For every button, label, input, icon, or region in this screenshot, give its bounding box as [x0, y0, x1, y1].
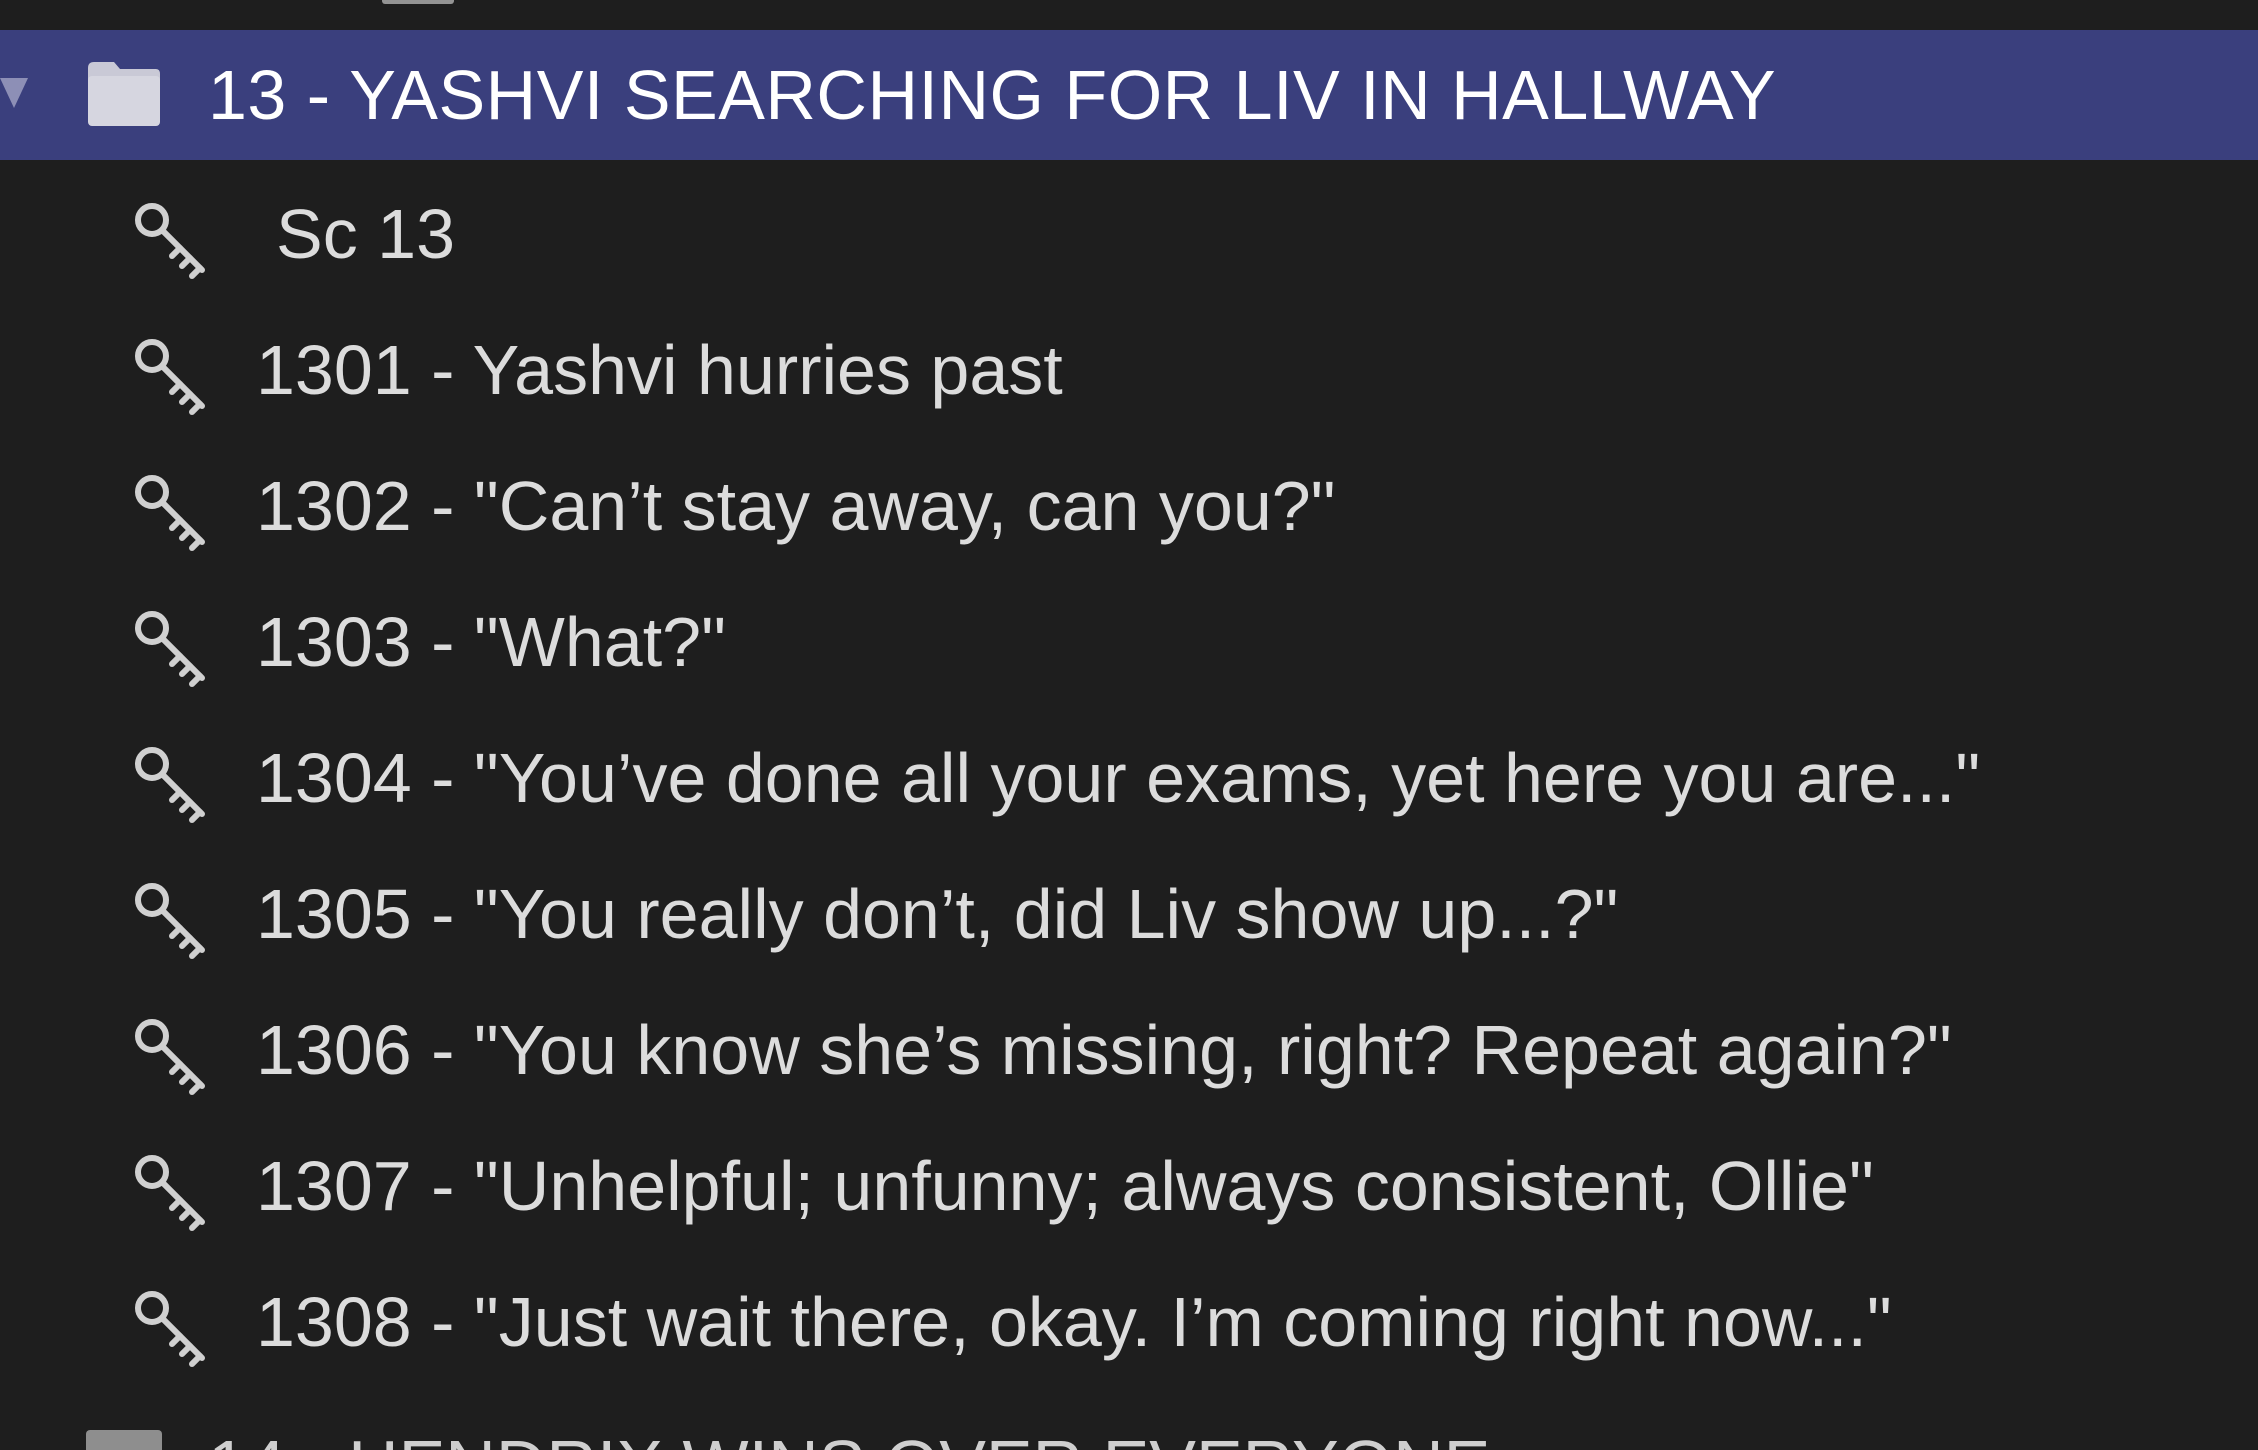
- key-icon: [135, 203, 205, 279]
- list-item[interactable]: Sc 13: [0, 166, 2258, 302]
- item-label: 1307 - "Unhelpful; unfunny; always consi…: [256, 1147, 1874, 1225]
- folder-icon: [86, 1430, 162, 1450]
- list-item[interactable]: 1301 - Yashvi hurries past: [0, 302, 2258, 438]
- folder-row-selected[interactable]: 13 - YASHVI SEARCHING FOR LIV IN HALLWAY: [0, 30, 2258, 160]
- key-icon: [135, 883, 205, 959]
- item-label: 1301 - Yashvi hurries past: [256, 331, 1063, 409]
- item-label: 1306 - "You know she’s missing, right? R…: [256, 1011, 1952, 1089]
- key-icon: [135, 747, 205, 823]
- key-icon: [135, 339, 205, 415]
- key-icon: [135, 1155, 205, 1231]
- folder-icon: [382, 0, 454, 4]
- list-item[interactable]: 1302 - "Can’t stay away, can you?": [0, 438, 2258, 574]
- item-label: 1304 - "You’ve done all your exams, yet …: [256, 739, 1981, 817]
- disclosure-triangle-icon[interactable]: [0, 78, 28, 108]
- list-item[interactable]: 1303 - "What?": [0, 574, 2258, 710]
- key-icon: [135, 1291, 205, 1367]
- item-label: 1305 - "You really don’t, did Liv show u…: [256, 875, 1619, 953]
- list-item[interactable]: 1308 - "Just wait there, okay. I’m comin…: [0, 1254, 2258, 1390]
- next-folder-title: 14 - HENDRIX WINS OVER EVERYONE: [208, 1430, 1490, 1450]
- item-label: Sc 13: [276, 195, 455, 273]
- folder-title: 13 - YASHVI SEARCHING FOR LIV IN HALLWAY: [208, 56, 1777, 134]
- list-item[interactable]: 1306 - "You know she’s missing, right? R…: [0, 982, 2258, 1118]
- folder-icon: [88, 62, 160, 126]
- list-item[interactable]: 1305 - "You really don’t, did Liv show u…: [0, 846, 2258, 982]
- key-icon: [135, 1019, 205, 1095]
- list-item[interactable]: 1304 - "You’ve done all your exams, yet …: [0, 710, 2258, 846]
- key-icon: [135, 611, 205, 687]
- next-folder-row[interactable]: 14 - HENDRIX WINS OVER EVERYONE: [0, 1422, 2258, 1450]
- item-label: 1303 - "What?": [256, 603, 726, 681]
- item-label: 1302 - "Can’t stay away, can you?": [256, 467, 1336, 545]
- item-label: 1308 - "Just wait there, okay. I’m comin…: [256, 1283, 1892, 1361]
- list-item[interactable]: 1307 - "Unhelpful; unfunny; always consi…: [0, 1118, 2258, 1254]
- key-icon: [135, 475, 205, 551]
- previous-row-stub: [0, 0, 2258, 30]
